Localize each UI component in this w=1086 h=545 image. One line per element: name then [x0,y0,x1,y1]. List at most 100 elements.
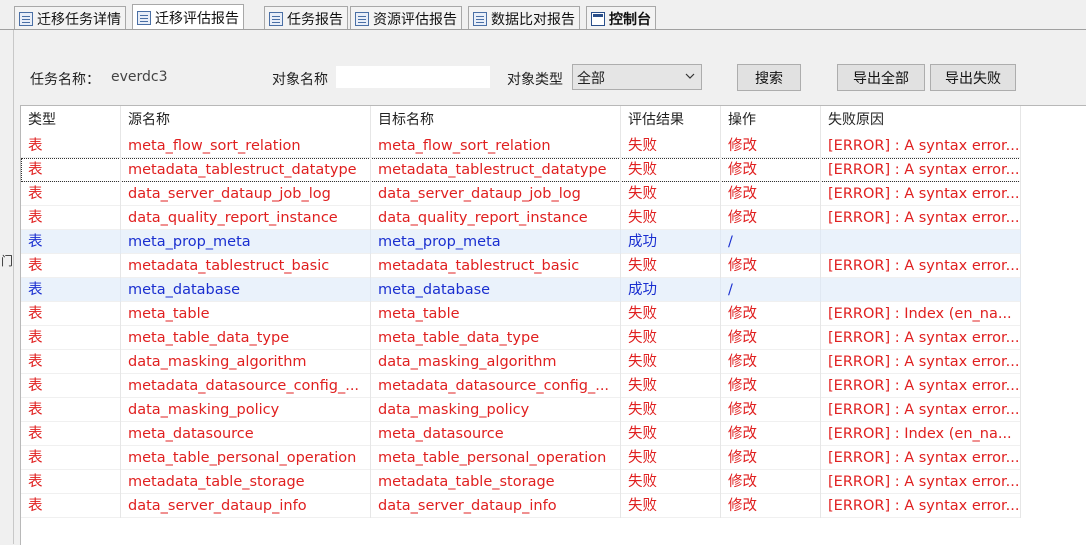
cell-action[interactable]: 修改 [721,350,821,374]
cell-source-name: meta_datasource [121,422,371,446]
cell-target-name: metadata_tablestruct_basic [371,254,621,278]
cell-type: 表 [21,398,121,422]
tab-resource-assessment-report[interactable]: 资源评估报告 [350,6,462,30]
left-strip-glyph: 门 [1,254,14,268]
cell-action[interactable]: 修改 [721,494,821,518]
tab-console[interactable]: 控制台 [586,6,656,30]
cell-action[interactable]: 修改 [721,470,821,494]
column-header-target-name[interactable]: 目标名称 [371,106,621,134]
cell-target-name: meta_datasource [371,422,621,446]
cell-target-name: meta_flow_sort_relation [371,134,621,158]
task-name-label: 任务名称： [30,72,100,88]
cell-source-name: meta_table_data_type [121,326,371,350]
table-row[interactable]: 表 data_server_dataup_info data_server_data… [21,494,1021,518]
table-row[interactable]: 表 meta_prop_meta meta_prop_meta 成功 / [21,230,1021,254]
object-type-select[interactable]: 全部 [572,64,702,90]
cell-action[interactable]: 修改 [721,182,821,206]
cell-failure-reason: [ERROR] : A syntax error... [821,494,1021,518]
cell-action[interactable]: 修改 [721,206,821,230]
cell-action[interactable]: 修改 [721,422,821,446]
cell-type: 表 [21,182,121,206]
cell-action[interactable]: 修改 [721,398,821,422]
cell-target-name: data_masking_policy [371,398,621,422]
column-header-type[interactable]: 类型 [21,106,121,134]
filter-toolbar: 任务名称： everdc3 对象名称 对象类型 全部 搜索 导出全部 导出失败 [14,30,1086,102]
cell-failure-reason: [ERROR] : A syntax error... [821,374,1021,398]
cell-action[interactable]: / [721,278,821,302]
cell-type: 表 [21,422,121,446]
cell-action[interactable]: 修改 [721,134,821,158]
cell-result: 失败 [621,326,721,350]
list-icon [19,11,33,26]
cell-result: 失败 [621,302,721,326]
cell-result: 失败 [621,398,721,422]
cell-result: 失败 [621,470,721,494]
table-row[interactable]: 表 metadata_tablestruct_datatype metadata_t… [21,158,1021,182]
report-icon [269,11,283,26]
table-row[interactable]: 表 metadata_tablestruct_basic metadata_tabl… [21,254,1021,278]
table-row[interactable]: 表 data_quality_report_instance data_qualit… [21,206,1021,230]
cell-result: 失败 [621,182,721,206]
table-row[interactable]: 表 meta_table_personal_operation meta_table… [21,446,1021,470]
cell-result: 成功 [621,278,721,302]
cell-target-name: meta_table [371,302,621,326]
report-icon [137,10,151,25]
cell-target-name: meta_prop_meta [371,230,621,254]
cell-type: 表 [21,302,121,326]
table-row[interactable]: 表 meta_datasource meta_datasource 失败 修改 [ERRO… [21,422,1021,446]
cell-action[interactable]: 修改 [721,158,821,182]
table-header: 类型 源名称 目标名称 评估结果 操作 失败原因 [21,106,1086,134]
table-row[interactable]: 表 meta_flow_sort_relation meta_flow_sort_r… [21,134,1021,158]
export-failed-button[interactable]: 导出失败 [930,64,1016,91]
cell-result: 失败 [621,350,721,374]
cell-action[interactable]: 修改 [721,374,821,398]
tab-data-compare-report[interactable]: 数据比对报告 [468,6,580,30]
report-icon [473,11,487,26]
column-header-source-name[interactable]: 源名称 [121,106,371,134]
table-row[interactable]: 表 metadata_datasource_config_... metadata_… [21,374,1021,398]
cell-failure-reason: [ERROR] : A syntax error... [821,470,1021,494]
cell-source-name: metadata_datasource_config_... [121,374,371,398]
console-icon [591,11,605,26]
table-row[interactable]: 表 meta_table meta_table 失败 修改 [ERROR] : Index… [21,302,1021,326]
cell-action[interactable]: 修改 [721,254,821,278]
column-header-failure-reason[interactable]: 失败原因 [821,106,1021,134]
table-row[interactable]: 表 data_masking_algorithm data_masking_algo… [21,350,1021,374]
cell-source-name: meta_prop_meta [121,230,371,254]
cell-action[interactable]: 修改 [721,302,821,326]
cell-failure-reason: [ERROR] : Index (en_na... [821,422,1021,446]
cell-failure-reason: [ERROR] : A syntax error... [821,158,1021,182]
cell-target-name: metadata_tablestruct_datatype [371,158,621,182]
cell-action[interactable]: / [721,230,821,254]
cell-source-name: metadata_table_storage [121,470,371,494]
column-header-action[interactable]: 操作 [721,106,821,134]
tab-migration-task-detail[interactable]: 迁移任务详情 [14,6,126,30]
cell-result: 失败 [621,374,721,398]
cell-target-name: meta_table_data_type [371,326,621,350]
cell-type: 表 [21,254,121,278]
cell-source-name: meta_table_personal_operation [121,446,371,470]
cell-action[interactable]: 修改 [721,446,821,470]
table-row[interactable]: 表 data_masking_policy data_masking_policy 失… [21,398,1021,422]
cell-result: 失败 [621,206,721,230]
report-icon [355,11,369,26]
table-row[interactable]: 表 metadata_table_storage metadata_table_st… [21,470,1021,494]
cell-failure-reason: [ERROR] : A syntax error... [821,446,1021,470]
cell-action[interactable]: 修改 [721,326,821,350]
object-name-input[interactable] [336,66,490,88]
table-row[interactable]: 表 data_server_dataup_job_log data_server_d… [21,182,1021,206]
tab-task-report[interactable]: 任务报告 [264,6,348,30]
cell-result: 失败 [621,134,721,158]
table-row[interactable]: 表 meta_table_data_type meta_table_data_typ… [21,326,1021,350]
column-header-result[interactable]: 评估结果 [621,106,721,134]
cell-source-name: meta_flow_sort_relation [121,134,371,158]
cell-target-name: metadata_table_storage [371,470,621,494]
cell-type: 表 [21,446,121,470]
search-button[interactable]: 搜索 [737,64,801,91]
tab-migration-assessment-report[interactable]: 迁移评估报告 [132,4,244,30]
table-row[interactable]: 表 meta_database meta_database 成功 / [21,278,1021,302]
cell-failure-reason: [ERROR] : A syntax error... [821,182,1021,206]
task-name-value: everdc3 [111,69,168,85]
export-all-button[interactable]: 导出全部 [837,64,925,91]
cell-target-name: data_quality_report_instance [371,206,621,230]
